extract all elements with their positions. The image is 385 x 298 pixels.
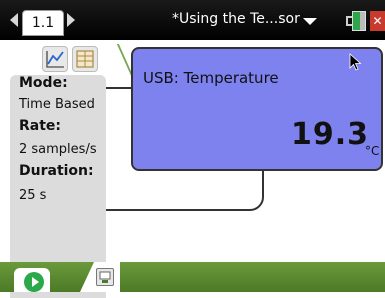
- duration-label: Duration:: [19, 163, 94, 179]
- page-tab[interactable]: 1.1: [22, 10, 64, 36]
- start-collection-icon[interactable]: [24, 272, 44, 292]
- sensor-reading: 19.3: [291, 117, 370, 152]
- store-dataset-icon[interactable]: [96, 268, 114, 286]
- table-view-icon[interactable]: [72, 46, 98, 72]
- next-page-icon[interactable]: [67, 13, 75, 27]
- document-title[interactable]: *Using the Te...sor: [172, 11, 300, 27]
- close-icon[interactable]: ✕: [370, 11, 385, 31]
- battery-icon: [346, 11, 366, 31]
- view-tabs: [10, 40, 264, 211]
- duration-value: 25 s: [19, 188, 47, 203]
- sensor-meter[interactable]: USB: Temperature 19.3 °C: [131, 47, 383, 171]
- rate-value: 2 samples/s: [19, 142, 97, 157]
- data-collection-panel: Mode: Time Based Rate: 2 samples/s Durat…: [10, 40, 264, 298]
- mode-value: Time Based: [19, 97, 95, 112]
- bottom-toolbar: [0, 262, 385, 292]
- mouse-pointer-icon: [349, 53, 362, 71]
- chevron-down-icon[interactable]: [303, 18, 317, 25]
- mode-label: Mode:: [19, 75, 68, 91]
- tab-divider: [92, 44, 134, 76]
- sensor-name: USB: Temperature: [143, 69, 279, 87]
- reading-unit: °C: [365, 144, 380, 158]
- previous-page-icon[interactable]: [10, 13, 18, 27]
- rate-label: Rate:: [19, 118, 62, 134]
- graph-view-icon[interactable]: [42, 46, 68, 72]
- top-bar: 1.1 *Using the Te...sor ✕: [0, 0, 385, 40]
